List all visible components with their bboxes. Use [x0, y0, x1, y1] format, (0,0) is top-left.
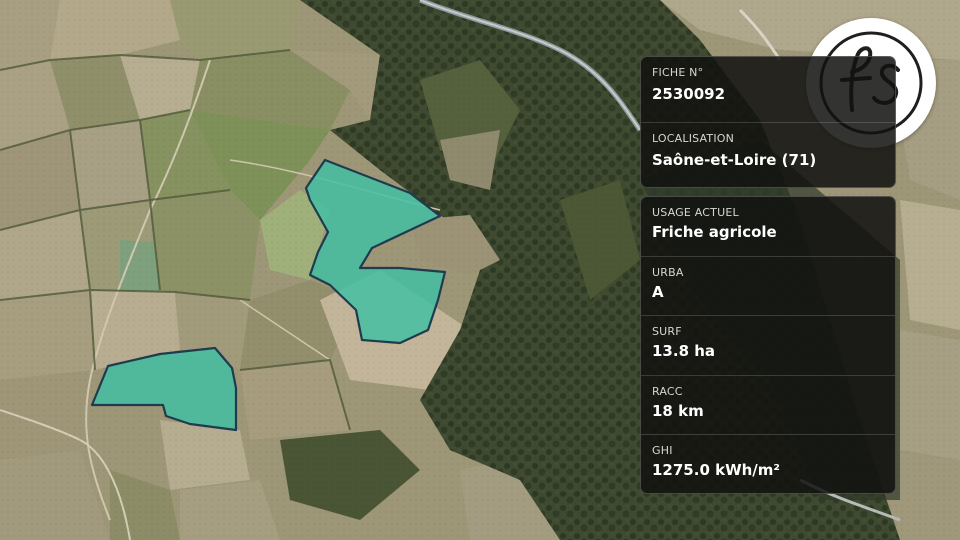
urba-label: URBA: [652, 265, 684, 279]
localisation-value: Saône-et-Loire (71): [652, 151, 817, 169]
surf-row: SURF 13.8 ha: [641, 316, 895, 376]
usage-value: Friche agricole: [652, 223, 777, 241]
ghi-value: 1275.0 kWh/m²: [652, 461, 780, 480]
ghi-row: GHI 1275.0 kWh/m²: [641, 435, 895, 493]
details-card: USAGE ACTUEL Friche agricole URBA A SURF…: [640, 196, 896, 494]
urba-row: URBA A: [641, 257, 895, 317]
identification-card: FICHE N° 2530092 LOCALISATION Saône-et-L…: [640, 56, 896, 188]
localisation-label: LOCALISATION: [652, 132, 735, 145]
localisation-row: LOCALISATION Saône-et-Loire (71): [641, 123, 895, 187]
racc-value: 18 km: [652, 401, 704, 420]
urba-value: A: [652, 282, 664, 301]
racc-label: RACC: [652, 384, 683, 398]
fiche-row: FICHE N° 2530092: [641, 57, 895, 123]
racc-row: RACC 18 km: [641, 376, 895, 436]
ghi-label: GHI: [652, 444, 673, 458]
fiche-label: FICHE N°: [652, 66, 704, 79]
usage-row: USAGE ACTUEL Friche agricole: [641, 197, 895, 257]
surf-value: 13.8 ha: [652, 342, 716, 361]
surf-label: SURF: [652, 325, 682, 339]
fiche-value: 2530092: [652, 85, 726, 103]
usage-label: USAGE ACTUEL: [652, 206, 739, 219]
